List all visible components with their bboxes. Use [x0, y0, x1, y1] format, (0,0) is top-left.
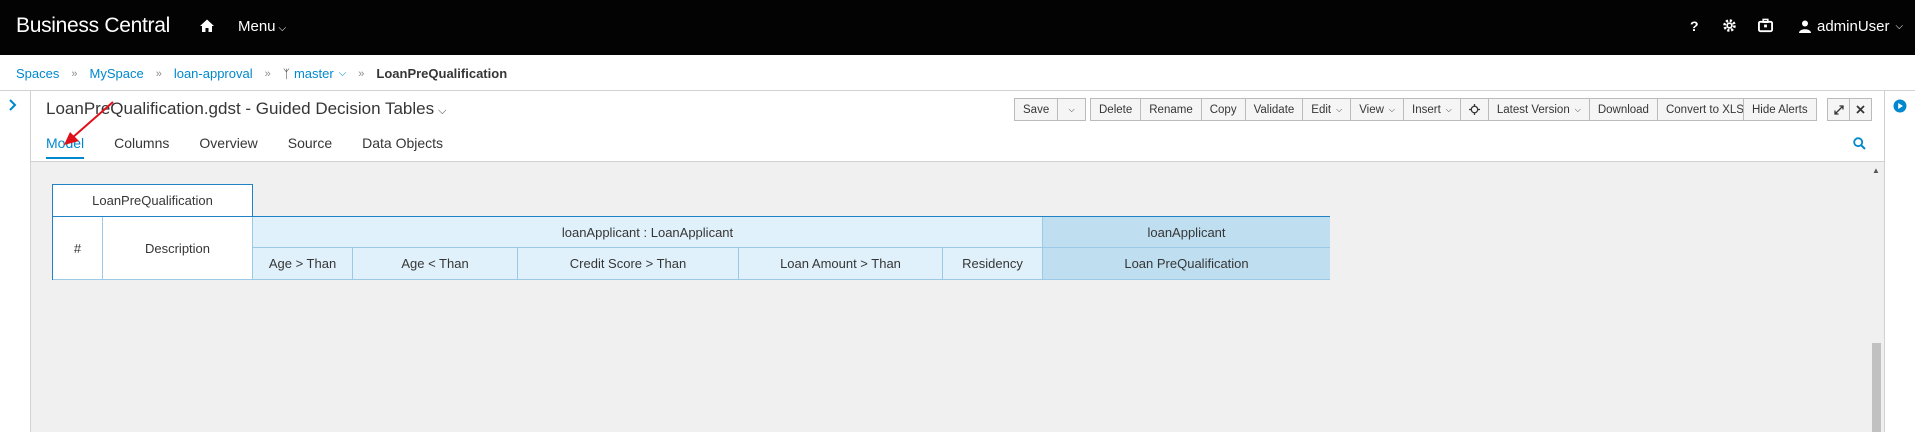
view-menu-button[interactable]: View ⌵ [1350, 98, 1404, 121]
view-label: View [1359, 103, 1384, 116]
edit-menu-button[interactable]: Edit ⌵ [1302, 98, 1352, 121]
download-button[interactable]: Download [1588, 98, 1658, 121]
insert-menu-button[interactable]: Insert ⌵ [1403, 98, 1461, 121]
breadcrumb-current: LoanPreQualification [376, 66, 508, 81]
caret-down-icon: ⌵ [1445, 104, 1452, 114]
menu-dropdown[interactable]: Menu ⌵ [238, 18, 286, 35]
scroll-up-arrow-icon[interactable]: ▲ [1872, 166, 1880, 175]
delete-button[interactable]: Delete [1090, 98, 1142, 121]
tab-overview[interactable]: Overview [199, 135, 257, 159]
briefcase-icon[interactable] [1758, 18, 1773, 33]
decision-table-header: # Description loanApplicant : LoanApplic… [52, 216, 1330, 280]
breadcrumb-spaces[interactable]: Spaces [16, 66, 59, 81]
caret-down-icon: ⌵ [1574, 104, 1581, 114]
breadcrumb-separator-icon: » [358, 67, 365, 80]
left-panel-strip [0, 91, 31, 432]
tab-data-objects[interactable]: Data Objects [362, 135, 443, 159]
chevron-down-icon: ⌵ [278, 23, 287, 34]
chevron-down-icon[interactable]: ⌵ [339, 68, 347, 79]
scrollbar-thumb[interactable] [1872, 343, 1881, 432]
crosshair-button[interactable] [1459, 98, 1489, 121]
condition-column-header[interactable]: Loan Amount > Than [739, 248, 943, 280]
close-icon [1856, 105, 1865, 114]
breadcrumb-separator-icon: » [155, 67, 162, 80]
search-icon[interactable] [1853, 137, 1866, 150]
description-header[interactable]: Description [103, 217, 253, 280]
insert-label: Insert [1412, 103, 1441, 116]
play-circle-icon[interactable] [1893, 99, 1907, 113]
chevron-down-icon: ⌵ [1895, 21, 1904, 32]
expand-button[interactable] [1827, 98, 1850, 121]
validate-button[interactable]: Validate [1244, 98, 1304, 121]
top-navbar: Business Central Menu ⌵ ? adminUser ⌵ [0, 0, 1915, 55]
row-number-header[interactable]: # [53, 217, 103, 280]
convert-to-xls-button[interactable]: Convert to XLS [1656, 98, 1753, 121]
breadcrumb-bar: Spaces » MySpace » loan-approval » ᛉ mas… [0, 55, 1915, 91]
home-icon[interactable] [199, 18, 215, 34]
breadcrumb: Spaces » MySpace » loan-approval » ᛉ mas… [16, 66, 507, 81]
editor-header: LoanPreQualification.gdst - Guided Decis… [31, 91, 1884, 162]
breadcrumb-project[interactable]: loan-approval [174, 66, 253, 81]
user-icon [1799, 20, 1811, 33]
decision-table-name[interactable]: LoanPreQualification [52, 184, 253, 216]
breadcrumb-separator-icon: » [264, 67, 271, 80]
user-menu[interactable]: adminUser ⌵ [1799, 18, 1903, 35]
save-group: Save ⌵ [1014, 98, 1087, 121]
tab-columns[interactable]: Columns [114, 135, 169, 159]
crosshair-icon [1468, 104, 1480, 115]
action-pattern-header[interactable]: loanApplicant [1043, 217, 1330, 248]
help-icon[interactable]: ? [1690, 18, 1699, 34]
condition-column-header[interactable]: Age > Than [253, 248, 353, 280]
app-brand[interactable]: Business Central [16, 14, 170, 38]
hide-alerts-button[interactable]: Hide Alerts [1743, 98, 1817, 121]
save-options-button[interactable]: ⌵ [1057, 98, 1087, 121]
rename-button[interactable]: Rename [1140, 98, 1202, 121]
branch-icon: ᛉ [282, 66, 290, 81]
alerts-group: Hide Alerts [1743, 98, 1817, 121]
gear-icon[interactable] [1722, 18, 1737, 33]
caret-down-icon: ⌵ [1336, 104, 1343, 114]
breadcrumb-branch[interactable]: master [294, 66, 334, 81]
latest-version-button[interactable]: Latest Version ⌵ [1487, 98, 1590, 121]
annotation-arrow-icon [64, 101, 114, 145]
right-panel-strip [1884, 91, 1915, 432]
expand-icon [1833, 104, 1844, 115]
caret-down-icon: ⌵ [1388, 104, 1395, 114]
save-button[interactable]: Save [1014, 98, 1059, 121]
chevron-right-icon[interactable] [8, 99, 18, 111]
copy-button[interactable]: Copy [1200, 98, 1246, 121]
latest-version-label: Latest Version [1496, 103, 1570, 116]
condition-column-header[interactable]: Age < Than [353, 248, 518, 280]
window-controls [1827, 98, 1872, 121]
breadcrumb-myspace[interactable]: MySpace [90, 66, 144, 81]
edit-label: Edit [1311, 103, 1332, 116]
tab-source[interactable]: Source [288, 135, 332, 159]
condition-column-header[interactable]: Residency [943, 248, 1043, 280]
caret-down-icon: ⌵ [1068, 104, 1075, 114]
breadcrumb-separator-icon: » [71, 67, 78, 80]
action-toolbar: Delete Rename Copy Validate Edit ⌵ View ⌵ … [1090, 98, 1753, 121]
chevron-down-icon: ⌵ [438, 105, 447, 117]
close-button[interactable] [1849, 98, 1872, 121]
action-column-header[interactable]: Loan PreQualification [1043, 248, 1330, 280]
user-name: adminUser [1817, 18, 1890, 35]
condition-column-header[interactable]: Credit Score > Than [518, 248, 739, 280]
condition-pattern-header[interactable]: loanApplicant : LoanApplicant [253, 217, 1043, 248]
menu-label: Menu [238, 18, 276, 35]
